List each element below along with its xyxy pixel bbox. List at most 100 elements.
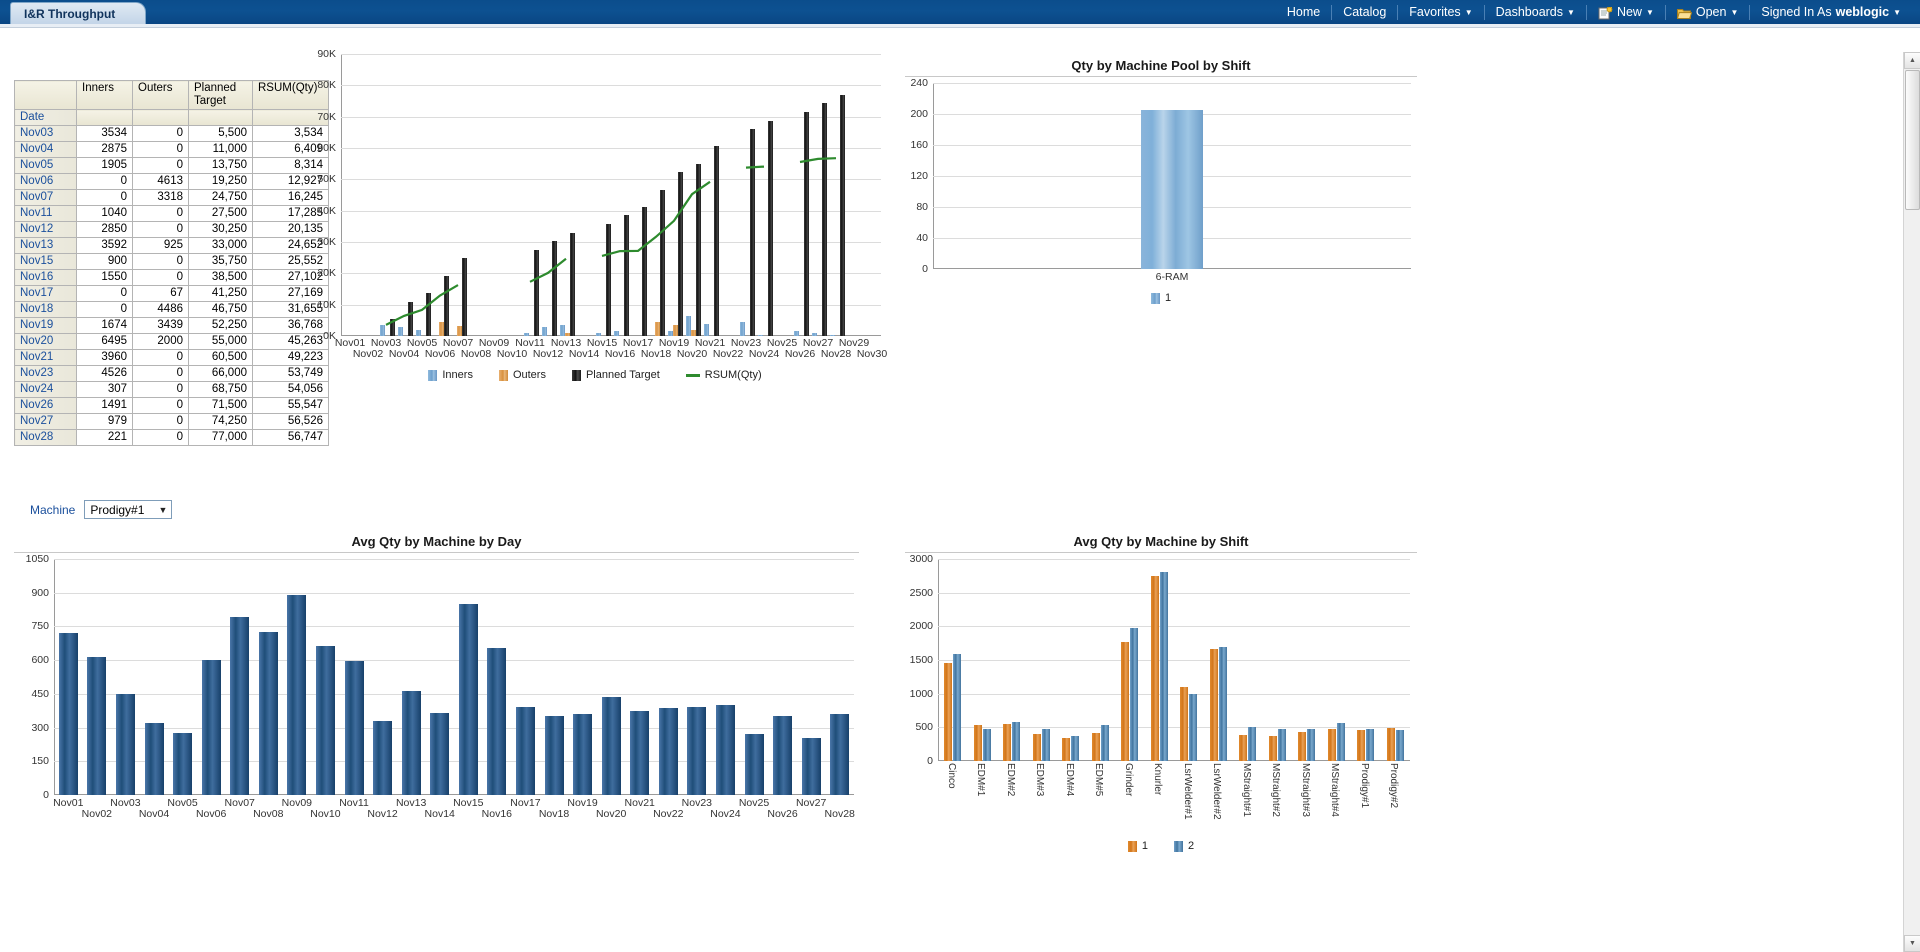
bar-day-nov11[interactable] bbox=[345, 661, 364, 795]
cell-date[interactable]: Nov26 bbox=[15, 398, 77, 414]
scrollbar-thumb[interactable] bbox=[1905, 70, 1920, 210]
scroll-down-arrow[interactable]: ▼ bbox=[1904, 935, 1920, 952]
bar-day-nov21[interactable] bbox=[630, 711, 649, 795]
bar-day-nov26[interactable] bbox=[773, 716, 792, 795]
cell-date[interactable]: Nov15 bbox=[15, 254, 77, 270]
bar-shift2-edm1[interactable] bbox=[983, 729, 991, 761]
bar-shift1-lsrwelder1[interactable] bbox=[1180, 687, 1188, 761]
bar-shift2-knurler[interactable] bbox=[1160, 572, 1168, 761]
cell-date[interactable]: Nov27 bbox=[15, 414, 77, 430]
bar-day-nov23[interactable] bbox=[687, 707, 706, 795]
bar-shift1-mstraight4[interactable] bbox=[1328, 729, 1336, 761]
bar-day-nov03[interactable] bbox=[116, 694, 135, 795]
bar-shift1-prodigy2[interactable] bbox=[1387, 728, 1395, 761]
bar-shift1-mstraight1[interactable] bbox=[1239, 735, 1247, 761]
bar-shift1-edm4[interactable] bbox=[1062, 738, 1070, 761]
bar-shift1-knurler[interactable] bbox=[1151, 576, 1159, 762]
bar-shift1-edm1[interactable] bbox=[974, 725, 982, 761]
nav-catalog[interactable]: Catalog bbox=[1332, 0, 1397, 24]
legend-item[interactable]: Planned Target bbox=[572, 369, 660, 381]
bar-shift2-mstraight3[interactable] bbox=[1307, 729, 1315, 761]
legend-item[interactable]: 1 bbox=[1128, 840, 1148, 852]
bar-day-nov25[interactable] bbox=[745, 734, 764, 795]
bar-shift2-edm2[interactable] bbox=[1012, 722, 1020, 761]
bar-day-nov10[interactable] bbox=[316, 646, 335, 795]
bar-shift2-lsrwelder2[interactable] bbox=[1219, 647, 1227, 761]
cell-date[interactable]: Nov21 bbox=[15, 350, 77, 366]
bar-shift2-cinco[interactable] bbox=[953, 654, 961, 761]
bar-day-nov05[interactable] bbox=[173, 733, 192, 795]
nav-home[interactable]: Home bbox=[1276, 0, 1331, 24]
bar-shift1-prodigy1[interactable] bbox=[1357, 730, 1365, 761]
bar-shift2-edm4[interactable] bbox=[1071, 736, 1079, 761]
legend-item[interactable]: RSUM(Qty) bbox=[686, 369, 762, 381]
cell-date[interactable]: Nov18 bbox=[15, 302, 77, 318]
page-vertical-scrollbar[interactable]: ▲ ▼ bbox=[1903, 52, 1920, 952]
bar-day-nov14[interactable] bbox=[430, 713, 449, 795]
bar-day-nov27[interactable] bbox=[802, 738, 821, 795]
bar-day-nov18[interactable] bbox=[545, 716, 564, 795]
cell-date[interactable]: Nov06 bbox=[15, 174, 77, 190]
bar-shift2-prodigy2[interactable] bbox=[1396, 730, 1404, 761]
bar-shift1-edm2[interactable] bbox=[1003, 724, 1011, 761]
bar-shift2-edm3[interactable] bbox=[1042, 729, 1050, 761]
tab-i-and-r-throughput[interactable]: I&R Throughput bbox=[10, 2, 146, 24]
bar-shift2-mstraight1[interactable] bbox=[1248, 727, 1256, 761]
bar-shift2-edm5[interactable] bbox=[1101, 725, 1109, 761]
bar-shift2-lsrwelder1[interactable] bbox=[1189, 694, 1197, 761]
bar-shift1-mstraight3[interactable] bbox=[1298, 732, 1306, 761]
bar-day-nov04[interactable] bbox=[145, 723, 164, 795]
bar-day-nov22[interactable] bbox=[659, 708, 678, 795]
bar-day-nov09[interactable] bbox=[287, 595, 306, 795]
bar-day-nov16[interactable] bbox=[487, 648, 506, 795]
bar-day-nov08[interactable] bbox=[259, 632, 278, 795]
bar-day-nov07[interactable] bbox=[230, 617, 249, 795]
bar-day-nov15[interactable] bbox=[459, 604, 478, 795]
bar-day-nov02[interactable] bbox=[87, 657, 106, 795]
scroll-up-arrow[interactable]: ▲ bbox=[1904, 52, 1920, 69]
cell-date[interactable]: Nov19 bbox=[15, 318, 77, 334]
nav-dashboards[interactable]: Dashboards ▼ bbox=[1485, 0, 1586, 24]
cell-date[interactable]: Nov24 bbox=[15, 382, 77, 398]
legend-item[interactable]: Outers bbox=[499, 369, 546, 381]
bar-day-nov24[interactable] bbox=[716, 705, 735, 795]
bar-shift2-prodigy1[interactable] bbox=[1366, 729, 1374, 761]
bar-day-nov20[interactable] bbox=[602, 697, 621, 795]
bar-pool-6-ram[interactable] bbox=[1141, 110, 1203, 269]
bar-shift1-mstraight2[interactable] bbox=[1269, 736, 1277, 761]
cell-date[interactable]: Nov13 bbox=[15, 238, 77, 254]
cell-date[interactable]: Nov16 bbox=[15, 270, 77, 286]
bar-day-nov28[interactable] bbox=[830, 714, 849, 795]
cell-date[interactable]: Nov12 bbox=[15, 222, 77, 238]
bar-shift1-edm5[interactable] bbox=[1092, 733, 1100, 761]
cell-date[interactable]: Nov17 bbox=[15, 286, 77, 302]
cell-date[interactable]: Nov03 bbox=[15, 126, 77, 142]
cell-date[interactable]: Nov11 bbox=[15, 206, 77, 222]
legend-item[interactable]: Inners bbox=[428, 369, 473, 381]
cell-date[interactable]: Nov28 bbox=[15, 430, 77, 446]
group-label-date[interactable]: Date bbox=[15, 110, 77, 126]
cell-date[interactable]: Nov04 bbox=[15, 142, 77, 158]
bar-day-nov17[interactable] bbox=[516, 707, 535, 795]
bar-shift1-edm3[interactable] bbox=[1033, 734, 1041, 761]
bar-day-nov06[interactable] bbox=[202, 660, 221, 795]
bar-shift1-grinder[interactable] bbox=[1121, 642, 1129, 761]
nav-new[interactable]: New ▼ bbox=[1587, 0, 1665, 24]
signed-in-as[interactable]: Signed In As weblogic ▼ bbox=[1750, 0, 1912, 24]
nav-favorites[interactable]: Favorites ▼ bbox=[1398, 0, 1483, 24]
nav-open[interactable]: Open ▼ bbox=[1666, 0, 1750, 24]
legend-item[interactable]: 2 bbox=[1174, 840, 1194, 852]
bar-shift2-mstraight2[interactable] bbox=[1278, 729, 1286, 761]
bar-day-nov12[interactable] bbox=[373, 721, 392, 795]
machine-select[interactable]: Prodigy#1 ▼ bbox=[84, 500, 172, 519]
bar-day-nov01[interactable] bbox=[59, 633, 78, 795]
bar-shift1-cinco[interactable] bbox=[944, 663, 952, 761]
cell-date[interactable]: Nov20 bbox=[15, 334, 77, 350]
legend-item[interactable]: 1 bbox=[1151, 292, 1171, 304]
cell-date[interactable]: Nov23 bbox=[15, 366, 77, 382]
bar-day-nov19[interactable] bbox=[573, 714, 592, 795]
cell-date[interactable]: Nov07 bbox=[15, 190, 77, 206]
cell-date[interactable]: Nov05 bbox=[15, 158, 77, 174]
bar-shift1-lsrwelder2[interactable] bbox=[1210, 649, 1218, 761]
bar-shift2-mstraight4[interactable] bbox=[1337, 723, 1345, 761]
